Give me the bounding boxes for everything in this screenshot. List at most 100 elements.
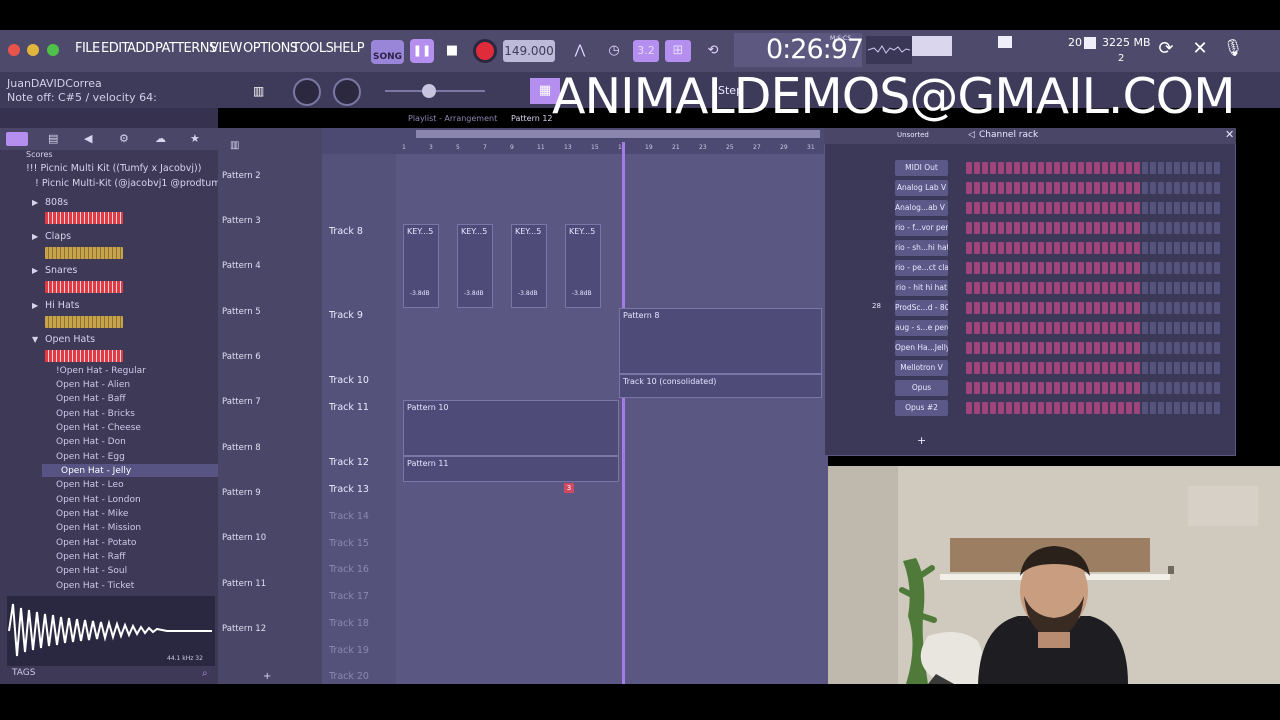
step-button[interactable] [1182, 402, 1188, 414]
file-item[interactable]: Open Hat - Mike [56, 509, 128, 519]
step-button[interactable] [1134, 262, 1140, 274]
channel-button[interactable]: MIDI Out [895, 160, 948, 176]
file-item-selected[interactable]: Open Hat - Jelly [61, 466, 131, 476]
track-label[interactable]: Track 17 [329, 591, 369, 602]
step-button[interactable] [1102, 322, 1108, 334]
step-button[interactable] [1214, 402, 1220, 414]
step-button[interactable] [1206, 322, 1212, 334]
step-button[interactable] [1198, 162, 1204, 174]
step-button[interactable] [1174, 382, 1180, 394]
file-item[interactable]: Open Hat - Raff [56, 552, 125, 562]
menu-tools[interactable]: TOOLS [292, 41, 334, 56]
step-button[interactable] [1150, 242, 1156, 254]
step-button[interactable] [1126, 342, 1132, 354]
step-button[interactable] [1198, 382, 1204, 394]
step-button[interactable] [1118, 342, 1124, 354]
menu-patterns[interactable]: PATTERNS [155, 41, 217, 56]
step-button[interactable] [1174, 222, 1180, 234]
pattern-item[interactable]: Pattern 9 [222, 488, 261, 498]
step-button[interactable] [1206, 282, 1212, 294]
step-button[interactable] [1142, 182, 1148, 194]
step-button[interactable] [1174, 182, 1180, 194]
loop-record-icon[interactable]: ⟲ [700, 40, 726, 62]
piano-roll-icon[interactable]: ▥ [230, 140, 239, 151]
step-button[interactable] [1142, 302, 1148, 314]
step-button[interactable] [1006, 382, 1012, 394]
step-button[interactable] [1198, 222, 1204, 234]
step-button[interactable] [974, 322, 980, 334]
step-button[interactable] [1014, 222, 1020, 234]
step-button[interactable] [1158, 262, 1164, 274]
pause-button[interactable]: ❚❚ [410, 39, 434, 63]
step-button[interactable] [1206, 162, 1212, 174]
track-label[interactable]: Track 15 [329, 538, 369, 549]
menu-add[interactable]: ADD [127, 41, 155, 56]
step-button[interactable] [1054, 402, 1060, 414]
step-button[interactable] [982, 202, 988, 214]
file-item[interactable]: Open Hat - Egg [56, 452, 125, 462]
step-button[interactable] [1006, 282, 1012, 294]
song-mode-button[interactable]: SONG [371, 40, 404, 64]
step-button[interactable] [1078, 282, 1084, 294]
channel-button[interactable]: rio - pe...ct clap [895, 260, 948, 276]
step-button[interactable] [1038, 302, 1044, 314]
step-button[interactable] [1086, 402, 1092, 414]
step-button[interactable] [974, 242, 980, 254]
step-button[interactable] [1134, 242, 1140, 254]
step-button[interactable] [1118, 282, 1124, 294]
step-button[interactable] [966, 202, 972, 214]
step-button[interactable] [982, 282, 988, 294]
step-button[interactable] [1062, 282, 1068, 294]
playlist-current-pattern[interactable]: Pattern 12 [511, 114, 553, 123]
step-button[interactable] [1070, 322, 1076, 334]
step-button[interactable] [1094, 262, 1100, 274]
step-button[interactable] [1198, 262, 1204, 274]
menu-options[interactable]: OPTIONS [243, 41, 298, 56]
step-button[interactable] [1126, 322, 1132, 334]
step-button[interactable] [1070, 182, 1076, 194]
step-button[interactable] [1102, 182, 1108, 194]
step-button[interactable] [966, 302, 972, 314]
step-button[interactable] [1110, 262, 1116, 274]
step-button[interactable] [1174, 322, 1180, 334]
step-button[interactable] [1150, 162, 1156, 174]
step-button[interactable] [1174, 302, 1180, 314]
step-button[interactable] [1158, 362, 1164, 374]
step-button[interactable] [1118, 182, 1124, 194]
step-button[interactable] [1198, 362, 1204, 374]
step-button[interactable] [1014, 282, 1020, 294]
step-button[interactable] [1102, 162, 1108, 174]
step-button[interactable] [1038, 362, 1044, 374]
step-button[interactable] [1182, 342, 1188, 354]
step-button[interactable] [1038, 262, 1044, 274]
channel-button[interactable]: Mellotron V [895, 360, 948, 376]
step-button[interactable] [982, 322, 988, 334]
mixer-track-number[interactable]: 28 [872, 302, 881, 310]
tempo-display[interactable]: 149.000 [503, 40, 555, 62]
step-button[interactable] [1134, 182, 1140, 194]
step-button[interactable] [1046, 402, 1052, 414]
step-button[interactable] [1110, 182, 1116, 194]
step-button[interactable] [1166, 182, 1172, 194]
step-button[interactable] [1078, 322, 1084, 334]
step-button[interactable] [990, 202, 996, 214]
step-button[interactable] [1094, 162, 1100, 174]
step-button[interactable] [1182, 282, 1188, 294]
step-button[interactable] [1102, 362, 1108, 374]
step-button[interactable] [1174, 282, 1180, 294]
step-button[interactable] [1142, 202, 1148, 214]
step-button[interactable] [1054, 362, 1060, 374]
step-button[interactable] [1094, 282, 1100, 294]
file-item[interactable]: Open Hat - Bricks [56, 409, 135, 419]
step-button[interactable] [1014, 242, 1020, 254]
step-button[interactable] [974, 282, 980, 294]
step-button[interactable] [1062, 362, 1068, 374]
step-button[interactable] [1134, 362, 1140, 374]
step-button[interactable] [1038, 322, 1044, 334]
menu-view[interactable]: VIEW [210, 41, 242, 56]
step-button[interactable] [1158, 302, 1164, 314]
step-button[interactable] [1174, 362, 1180, 374]
step-button[interactable] [1142, 362, 1148, 374]
step-button[interactable] [1022, 202, 1028, 214]
step-button[interactable] [1070, 162, 1076, 174]
